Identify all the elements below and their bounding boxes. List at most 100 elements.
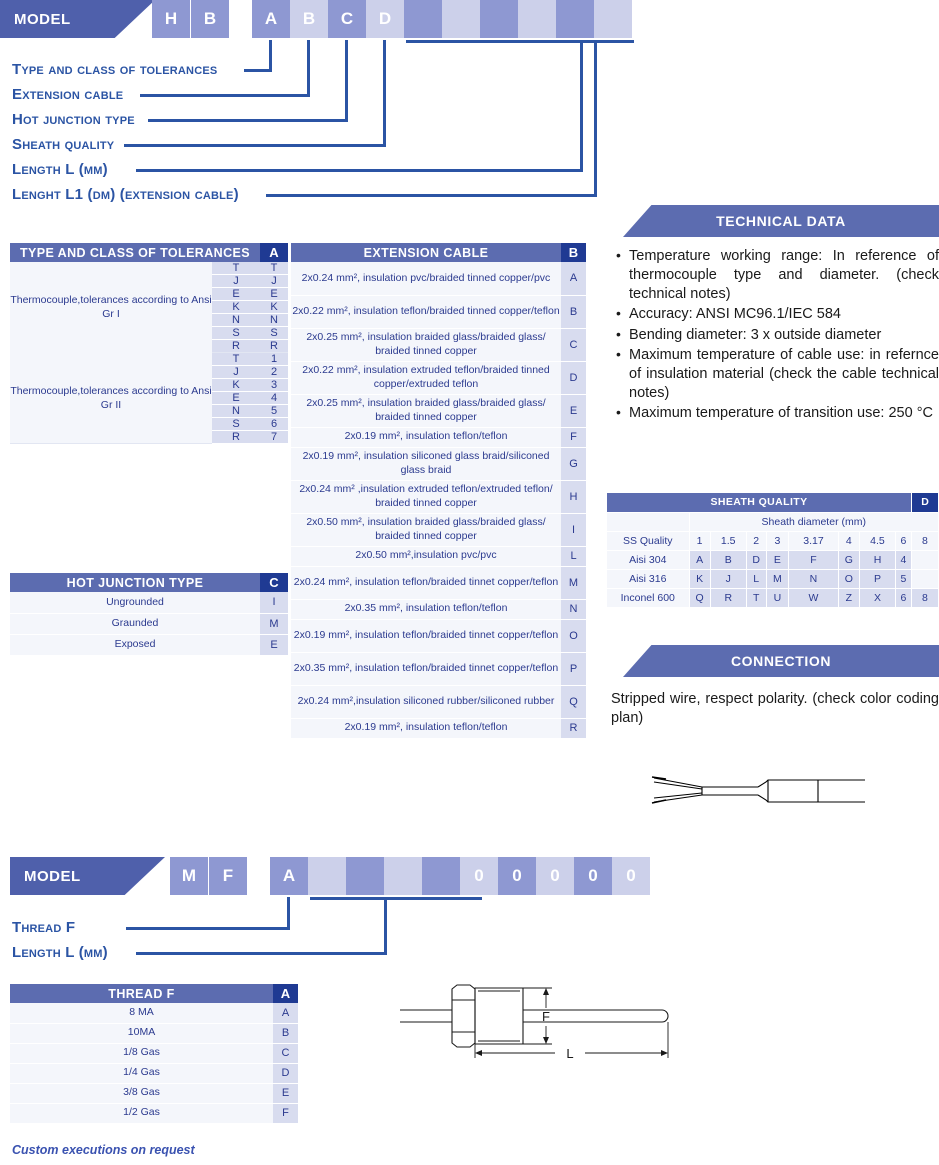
model-cell-blank-4 xyxy=(518,0,556,38)
probe-dim-f-label: F xyxy=(542,1009,550,1024)
extension-cable-desc: 2x0.19 mm², insulation teflon/teflon xyxy=(291,718,561,739)
connection-wire-diagram xyxy=(651,776,865,804)
thread-desc: 8 MA xyxy=(10,1003,273,1024)
extension-cable-code: P xyxy=(561,652,586,686)
connection-title: CONNECTION xyxy=(730,653,832,669)
extension-cable-desc: 2x0.25 mm², insulation braided glass/bra… xyxy=(291,328,561,362)
probe-assembly-drawing: F L xyxy=(400,984,669,1061)
sheath-diameter: 4.5 xyxy=(859,531,897,551)
hot-junction-table: HOT JUNCTION TYPE C Ungrounded I Graunde… xyxy=(10,573,288,656)
sheath-code: U xyxy=(766,588,790,608)
extension-cable-title: EXTENSION CABLE xyxy=(291,243,561,262)
model2-cell-zero-4: 0 xyxy=(574,857,612,895)
tolerances-type: E xyxy=(212,287,260,301)
leader-h-tolerances xyxy=(244,69,272,72)
leader-h-length xyxy=(136,169,583,172)
technical-data-title: TECHNICAL DATA xyxy=(716,213,846,229)
sheath-code: K xyxy=(689,569,711,589)
model2-cell-zero-1: 0 xyxy=(460,857,498,895)
thread-title: THREAD F xyxy=(10,984,273,1003)
hot-junction-desc: Graunded xyxy=(10,613,260,635)
tolerances-type: J xyxy=(212,274,260,288)
sheath-quality-label: SS Quality xyxy=(607,531,690,551)
model2-cell-blank-2 xyxy=(346,857,384,895)
sheath-code: T xyxy=(746,588,767,608)
tolerances-code: 1 xyxy=(260,352,288,366)
thread-table: THREAD F A 8 MA A 10MA B 1/8 Gas C 1/4 Gas D… xyxy=(10,984,298,1124)
model2-cell-f: F xyxy=(209,857,247,895)
leader2-h-thread xyxy=(126,927,290,930)
legend-label-hotjunction: Hot junction type xyxy=(12,111,135,128)
leader2-h-length xyxy=(136,952,386,955)
extension-cable-desc: 2x0.22 mm², insulation extruded teflon/b… xyxy=(291,361,561,395)
sheath-code: L xyxy=(746,569,767,589)
tolerances-group-label-1: Thermocouple,tolerances according to Ans… xyxy=(10,262,212,353)
sheath-row-quality: Inconel 600 xyxy=(607,588,690,608)
sheath-diameter: 4 xyxy=(838,531,860,551)
extension-cable-table: EXTENSION CABLE B 2x0.24 mm², insulation… xyxy=(291,243,586,739)
sheath-quality-table: SHEATH QUALITY D Sheath diameter (mm) SS… xyxy=(607,493,939,608)
tolerances-type: K xyxy=(212,378,260,392)
sheath-code: Q xyxy=(689,588,711,608)
tolerances-code: T xyxy=(260,262,288,275)
technical-data-banner: TECHNICAL DATA xyxy=(623,205,939,237)
sheath-corner-cell xyxy=(607,512,690,532)
hot-junction-code-header: C xyxy=(260,573,288,592)
extension-cable-code: B xyxy=(561,295,586,329)
extension-cable-code: G xyxy=(561,447,586,481)
sheath-code: A xyxy=(689,550,711,570)
tolerances-type: T xyxy=(212,262,260,275)
tolerances-type: R xyxy=(212,339,260,353)
tolerances-type: N xyxy=(212,404,260,418)
leader-v-sheath xyxy=(383,40,386,147)
sheath-diameter: 1.5 xyxy=(710,531,747,551)
tolerances-code-header: A xyxy=(260,243,288,262)
tolerances-type: R xyxy=(212,430,260,444)
footnote: Custom executions on request xyxy=(12,1143,195,1157)
model2-cell-blank-1 xyxy=(308,857,346,895)
tolerances-code: R xyxy=(260,339,288,353)
technical-data-item: Maximum temperature of cable use: in ref… xyxy=(613,345,939,403)
leader2-v-length xyxy=(384,897,387,955)
extension-cable-desc: 2x0.35 mm², insulation teflon/teflon xyxy=(291,599,561,620)
sheath-code-empty xyxy=(911,569,939,589)
leader-h-sheath xyxy=(124,144,386,147)
sheath-code: P xyxy=(859,569,897,589)
model-banner-top: MODEL xyxy=(0,0,155,38)
hot-junction-code: M xyxy=(260,613,288,635)
extension-cable-code: O xyxy=(561,619,586,653)
model-cell-h: H xyxy=(152,0,190,38)
model2-cell-zero-3: 0 xyxy=(536,857,574,895)
tolerances-type: J xyxy=(212,365,260,379)
model-cell-b-prefix: B xyxy=(191,0,229,38)
extension-cable-code: R xyxy=(561,718,586,739)
thread-code: A xyxy=(273,1003,298,1024)
sheath-code: G xyxy=(838,550,860,570)
sheath-code: E xyxy=(766,550,790,570)
hot-junction-code: E xyxy=(260,634,288,656)
leader-v-length xyxy=(580,40,583,172)
model-cell-c: C xyxy=(328,0,366,38)
model2-cell-zero-5: 0 xyxy=(612,857,650,895)
sheath-code: M xyxy=(766,569,790,589)
model-cell-b: B xyxy=(290,0,328,38)
thread-desc: 1/2 Gas xyxy=(10,1103,273,1124)
leader-v-tolerances xyxy=(269,40,272,72)
extension-cable-code: N xyxy=(561,599,586,620)
extension-cable-code-header: B xyxy=(561,243,586,262)
hot-junction-code: I xyxy=(260,592,288,614)
extension-cable-desc: 2x0.50 mm², insulation braided glass/bra… xyxy=(291,513,561,547)
tolerances-code: 6 xyxy=(260,417,288,431)
leader-v-hotjunction xyxy=(345,40,348,122)
tolerances-code: J xyxy=(260,274,288,288)
technical-data-item: Bending diameter: 3 x outside diameter xyxy=(613,324,939,345)
model2-cell-zero-2: 0 xyxy=(498,857,536,895)
sheath-code: 5 xyxy=(895,569,912,589)
hot-junction-title: HOT JUNCTION TYPE xyxy=(10,573,260,592)
thread-code-header: A xyxy=(273,984,298,1003)
model2-cell-m: M xyxy=(170,857,208,895)
technical-data-item: Accuracy: ANSI MC96.1/IEC 584 xyxy=(613,304,939,324)
sheath-code: R xyxy=(710,588,747,608)
sheath-code: Z xyxy=(838,588,860,608)
extension-cable-desc: 2x0.24 mm²,insulation siliconed rubber/s… xyxy=(291,685,561,719)
